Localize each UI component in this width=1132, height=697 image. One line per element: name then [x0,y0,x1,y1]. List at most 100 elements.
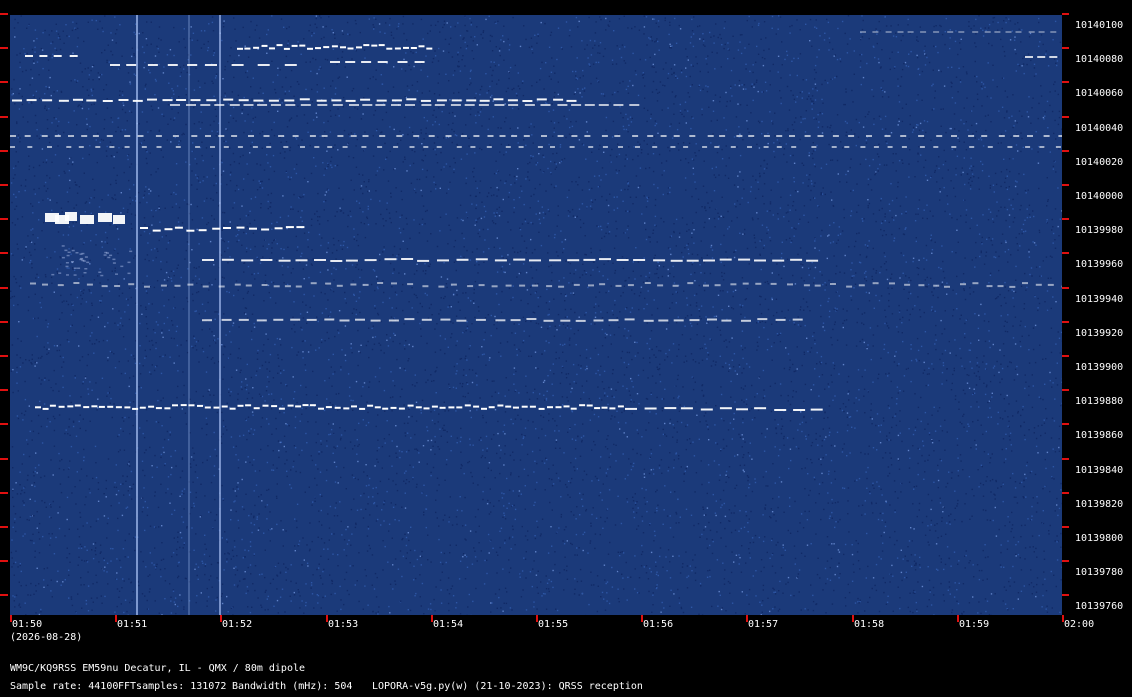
signal-trace [180,404,187,407]
signal-trace [245,284,252,287]
signal-trace [283,47,290,50]
signal-trace [262,404,269,407]
signal-trace [918,135,925,137]
signal-trace [268,99,279,102]
signal-trace [464,104,475,106]
signal-trace [510,319,521,322]
signal-trace [920,31,927,33]
signal-trace [860,31,866,33]
signal-trace [598,104,609,106]
signal-trace [464,404,471,407]
signal-trace [936,135,943,137]
signal-trace [817,135,824,137]
signal-trace [355,318,365,321]
signal-trace [27,146,33,148]
signal-trace [757,318,768,321]
signal-trace [558,285,565,288]
signal-trace [241,259,254,262]
signal-trace [141,146,147,148]
signal-trace [703,284,709,287]
signal-trace [960,283,966,286]
signal-trace [397,61,408,63]
time-label: 01:52 [222,619,253,630]
signal-trace [860,146,866,148]
signal-trace [984,31,991,33]
signal-trace [378,44,385,47]
signal-trace [541,135,547,137]
signal-trace [124,146,130,148]
signal-trace [198,229,207,232]
signal-ghost [65,262,69,264]
frequency-label: 10140020 [1075,156,1124,168]
signal-trace [887,146,893,148]
signal-trace [1007,146,1013,148]
signal-trace [1050,31,1057,33]
signal-trace [324,318,335,321]
frequency-tick [1062,458,1069,460]
signal-trace [507,99,518,102]
signal-trace [686,259,699,262]
signal-trace [804,135,811,137]
signal-ghost [65,265,69,268]
signal-trace [1058,135,1062,137]
signal-trace [986,285,993,288]
signal-trace [832,135,839,137]
signal-trace [367,404,374,407]
signal-trace [790,258,803,261]
signal-trace [625,407,637,410]
signal-trace [547,406,553,409]
signal-trace [325,282,332,285]
signal-trace [376,99,387,102]
signal-block [80,215,94,224]
signal-trace [456,406,463,409]
signal-trace [1047,283,1054,286]
signal-trace [299,98,310,101]
signal-trace [513,258,526,261]
signal-trace [307,47,313,50]
signal-trace [317,104,328,106]
signal-trace [245,404,252,407]
signal-trace [54,135,61,137]
signal-trace [362,283,369,286]
signal-trace [237,146,243,148]
signal-trace [615,284,622,287]
signal-trace [330,260,343,262]
signal-trace [1025,146,1031,148]
signal-trace [58,99,69,102]
signal-trace [792,318,803,321]
signal-trace [238,99,249,102]
interference-line [136,15,138,615]
signal-trace [567,259,580,262]
frequency-tick [0,116,8,118]
signal-trace [1013,135,1020,137]
signal-trace [643,319,654,322]
frequency-tick [1062,389,1069,391]
signal-ghost [75,252,79,254]
signal-trace [174,284,181,287]
signal-trace [609,407,616,410]
signal-trace [848,135,855,137]
signal-trace [403,46,409,49]
signal-trace [12,99,22,102]
signal-trace [269,47,275,50]
signal-trace [513,406,519,409]
signal-trace [237,47,243,50]
frequency-label: 10140000 [1075,191,1124,202]
signal-trace [261,44,268,47]
signal-trace [522,100,533,102]
signal-trace [170,104,180,106]
signal-trace [583,258,596,261]
signal-trace [401,258,414,260]
signal-trace [571,104,582,106]
signal-trace [774,409,787,411]
signal-ghost [103,254,107,256]
signal-trace [529,405,536,408]
signal-trace [42,99,53,102]
signal-trace [644,282,651,284]
signal-trace [137,135,144,137]
signal-trace [742,282,749,285]
signal-trace [296,226,305,229]
signal-trace [719,258,732,261]
signal-trace [115,406,122,409]
signal-ghost [66,274,69,276]
